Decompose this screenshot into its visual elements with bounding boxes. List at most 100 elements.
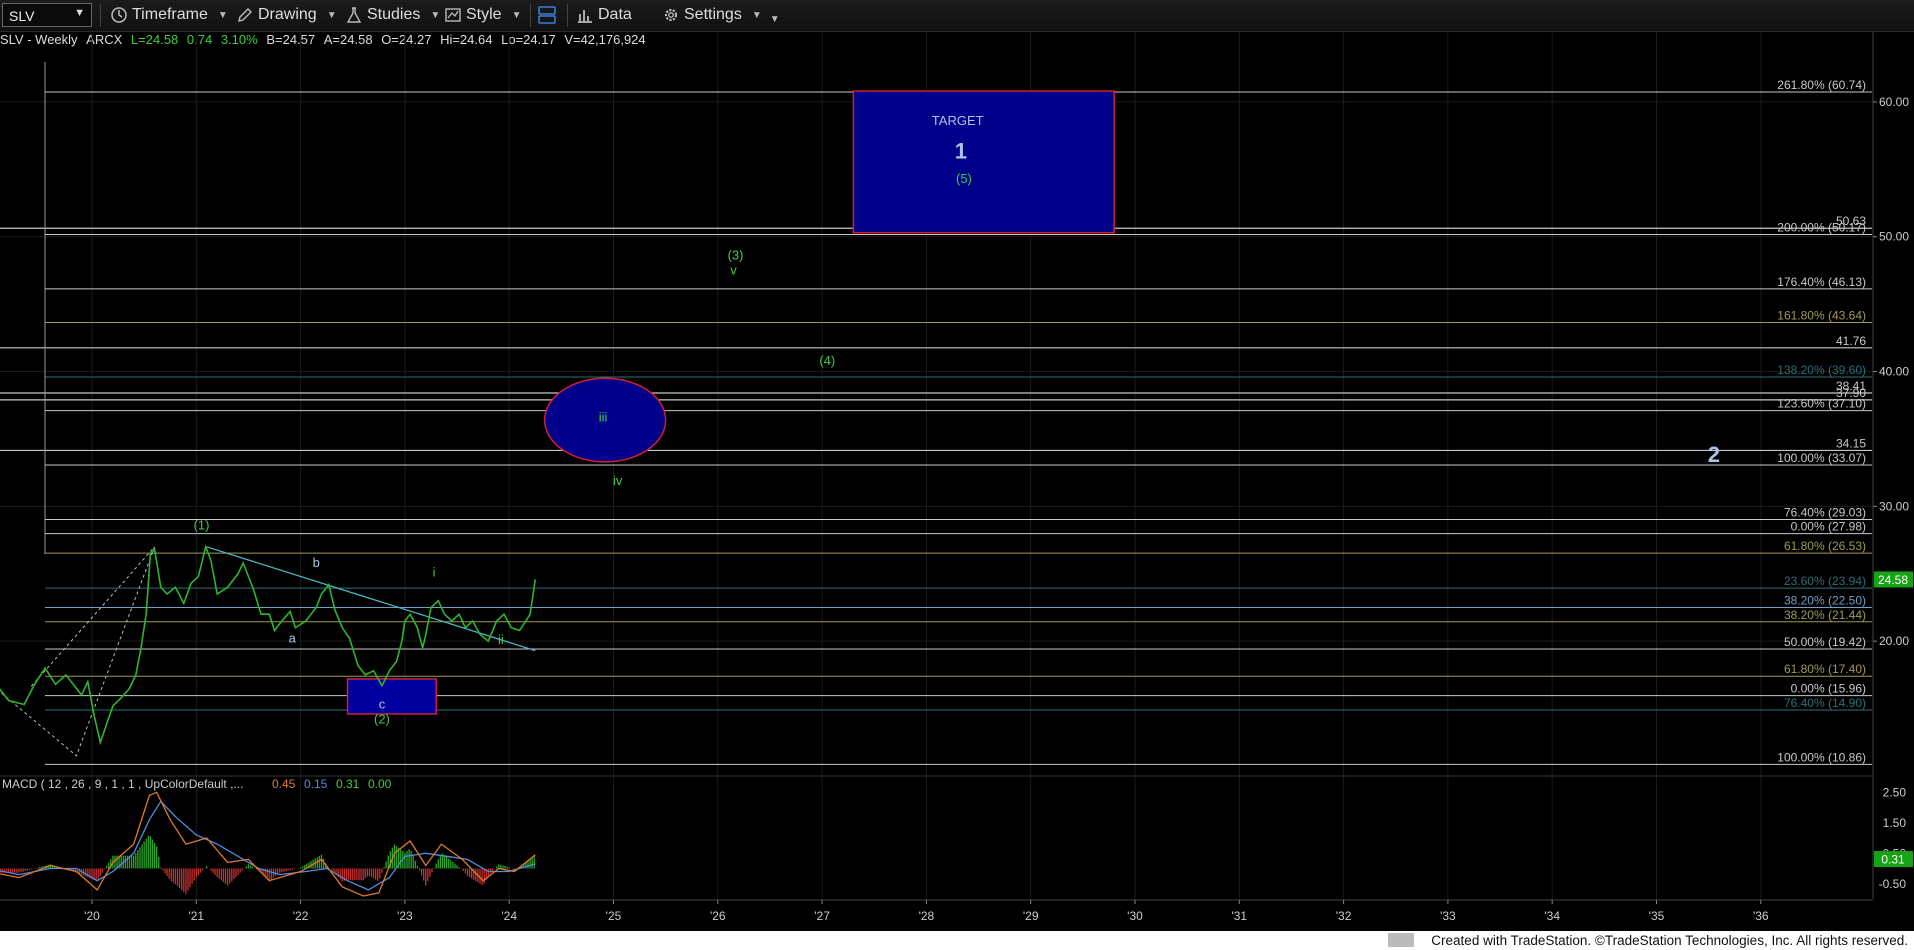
layout-button[interactable] — [537, 5, 557, 25]
time-axis-label: '21 — [188, 909, 204, 923]
time-axis-label: '29 — [1023, 909, 1039, 923]
wave-label: ii — [498, 632, 504, 647]
macd-value: 0.31 — [336, 777, 360, 791]
time-axis-label: '30 — [1127, 909, 1143, 923]
drawing-menu[interactable]: Drawing ▼ — [236, 5, 337, 25]
last-price-label: 24.58 — [1878, 573, 1908, 587]
overflow-caret-icon[interactable]: ▼ — [770, 14, 780, 25]
wave-label: v — [730, 262, 737, 277]
fib-level-label: 176.40% (46.13) — [1777, 275, 1866, 289]
fib-level-label: 100.00% (10.86) — [1777, 750, 1866, 764]
chevron-down-icon: ▼ — [74, 7, 85, 19]
price-axis-label: 60.00 — [1879, 95, 1909, 109]
price-axis-label: 20.00 — [1879, 634, 1909, 648]
macd-line — [0, 791, 536, 897]
wave-label: a — [289, 631, 297, 646]
price-axis-label: 50.00 — [1879, 230, 1909, 244]
studies-label: Studies — [367, 6, 421, 23]
time-axis-label: '31 — [1231, 909, 1247, 923]
wave-label: iii — [599, 409, 608, 424]
time-axis-label: '33 — [1440, 909, 1456, 923]
fib-level-label: 123.60% (37.10) — [1777, 397, 1866, 411]
price-line — [0, 544, 537, 746]
time-axis-label: '28 — [919, 909, 935, 923]
fib-level-label: 34.15 — [1836, 436, 1866, 450]
fib-level-label: 61.80% (26.53) — [1784, 539, 1866, 553]
wave-label: TARGET — [932, 113, 984, 128]
time-axis-label: '27 — [814, 909, 830, 923]
fib-level-label: 0.00% (15.96) — [1791, 682, 1866, 696]
wave-label: (4) — [819, 353, 835, 368]
time-axis-label: '25 — [606, 909, 622, 923]
chevron-down-icon: ▼ — [217, 9, 228, 21]
flask-icon — [346, 7, 362, 23]
clock-icon — [111, 7, 127, 23]
settings-label: Settings — [684, 6, 742, 23]
style-label: Style — [466, 6, 502, 23]
macd-axis-label: 1.50 — [1883, 816, 1907, 830]
horizontal-scrollbar-thumb[interactable] — [1388, 933, 1414, 947]
macd-last-label: 0.31 — [1881, 853, 1905, 867]
toolbar: SLV ▼ Timeframe ▼ Drawing ▼ Studies ▼ St… — [0, 0, 1914, 32]
wave-label: iv — [613, 473, 623, 488]
bar-chart-icon — [578, 10, 592, 23]
settings-menu[interactable]: Settings ▼ ▼ — [662, 5, 780, 25]
data-menu[interactable]: Data — [576, 5, 632, 25]
wave-label: 2 — [1708, 442, 1720, 467]
gear-icon — [664, 8, 678, 22]
fib-level-label: 38.20% (21.44) — [1784, 608, 1866, 622]
data-label: Data — [598, 6, 632, 23]
fib-level-label: 61.80% (17.40) — [1784, 662, 1866, 676]
style-menu[interactable]: Style ▼ — [444, 5, 521, 25]
fib-level-label: 38.20% (22.50) — [1784, 593, 1866, 607]
macd-axis-label: 2.50 — [1883, 785, 1907, 799]
dotted-projection-line — [0, 546, 156, 757]
timeframe-label: Timeframe — [132, 6, 208, 23]
toolbar-divider — [100, 4, 101, 27]
time-axis-label: '36 — [1753, 909, 1769, 923]
time-axis-label: '34 — [1544, 909, 1560, 923]
drawing-label: Drawing — [258, 6, 317, 23]
fib-level-label: 76.40% (29.03) — [1784, 505, 1866, 519]
time-axis-label: '23 — [397, 909, 413, 923]
symbol-selector[interactable]: SLV ▼ — [2, 3, 92, 27]
chevron-down-icon: ▼ — [326, 9, 337, 21]
fib-level-label: 41.76 — [1836, 334, 1866, 348]
wave-label: i — [433, 564, 436, 579]
drawings — [0, 62, 1115, 757]
macd-value: 0.45 — [272, 777, 296, 791]
wave-label: c — [379, 697, 386, 712]
fib-level-label: 261.80% (60.74) — [1777, 78, 1866, 92]
price-axis-label: 30.00 — [1879, 499, 1909, 513]
wave-c-box — [346, 678, 437, 715]
wave-label: (3) — [728, 248, 744, 263]
fib-level-label: 76.40% (14.90) — [1784, 696, 1866, 710]
macd-value: 0.00 — [368, 777, 392, 791]
time-axis-label: '24 — [501, 909, 517, 923]
wave-label: b — [313, 555, 320, 570]
copyright-text: Created with TradeStation. ©TradeStation… — [1431, 933, 1908, 948]
fib-level-label: 23.60% (23.94) — [1784, 574, 1866, 588]
symbol-text: SLV — [9, 8, 35, 24]
fib-level-label: 50.00% (19.42) — [1784, 635, 1866, 649]
time-axis-label: '35 — [1649, 909, 1665, 923]
price-chart[interactable]: 261.80% (60.74)200.00% (50.17)50.63176.4… — [0, 32, 1914, 931]
target-box — [852, 90, 1115, 234]
layout-icon — [538, 6, 556, 24]
macd-panel: MACD ( 12 , 26 , 9 , 1 , 1 , UpColorDefa… — [0, 775, 1872, 897]
studies-menu[interactable]: Studies ▼ — [345, 5, 440, 25]
timeframe-menu[interactable]: Timeframe ▼ — [110, 5, 228, 25]
time-axis-label: '26 — [710, 909, 726, 923]
fib-level-label: 161.80% (43.64) — [1777, 308, 1866, 322]
fib-level-label: 138.20% (39.60) — [1777, 363, 1866, 377]
wave-label: (5) — [956, 171, 972, 186]
pencil-icon — [238, 8, 252, 22]
price-series — [0, 544, 537, 746]
footer: Created with TradeStation. ©TradeStation… — [0, 931, 1914, 950]
fib-level-label: 100.00% (33.07) — [1777, 451, 1866, 465]
macd-axis-label: -0.50 — [1879, 877, 1907, 891]
wave-label: 1 — [955, 139, 967, 164]
chevron-down-icon: ▼ — [751, 9, 762, 21]
style-icon — [445, 8, 461, 22]
fib-level-label: 0.00% (27.98) — [1791, 520, 1866, 534]
